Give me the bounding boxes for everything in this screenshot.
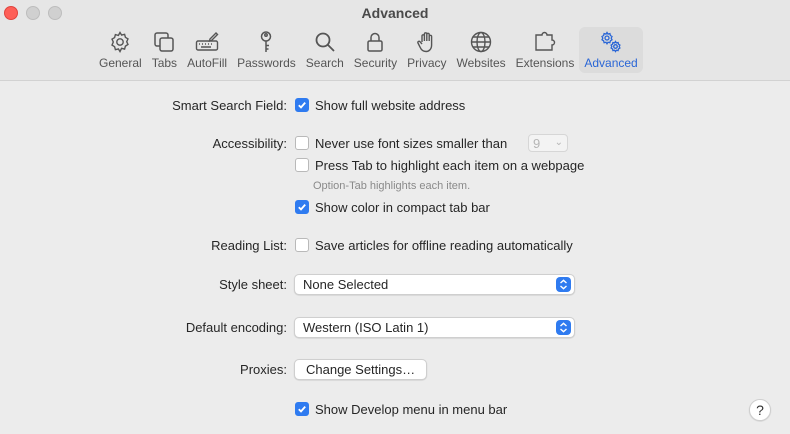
- tabs-icon: [154, 32, 175, 52]
- tab-advanced[interactable]: Advanced: [579, 27, 643, 73]
- accessibility-font-row: Accessibility: Never use font sizes smal…: [0, 133, 790, 153]
- key-icon: [261, 31, 272, 52]
- tab-label: Passwords: [237, 56, 296, 70]
- tab-search[interactable]: Search: [301, 27, 349, 73]
- develop-menu-row: Show Develop menu in menu bar: [0, 399, 790, 419]
- press-tab-hint-row: Option-Tab highlights each item.: [0, 176, 790, 196]
- encoding-label: Default encoding:: [185, 319, 287, 335]
- compact-tab-row: Show color in compact tab bar: [0, 197, 790, 217]
- globe-icon: [470, 31, 492, 53]
- press-tab-hint: Option-Tab highlights each item.: [313, 180, 471, 192]
- save-offline-label[interactable]: Save articles for offline reading automa…: [315, 238, 573, 253]
- compact-tab-color-label[interactable]: Show color in compact tab bar: [315, 200, 490, 215]
- min-font-size-label[interactable]: Never use font sizes smaller than: [315, 136, 507, 151]
- tab-autofill[interactable]: AutoFill: [182, 27, 232, 73]
- checkmark-icon: [298, 204, 306, 211]
- window-title: Advanced: [361, 5, 429, 21]
- tab-extensions[interactable]: Extensions: [511, 27, 580, 73]
- tab-label: Advanced: [584, 56, 638, 70]
- tab-websites[interactable]: Websites: [452, 27, 511, 73]
- gears-icon: [601, 31, 621, 53]
- reading-list-label: Reading List:: [211, 237, 287, 253]
- smart-search-label: Smart Search Field:: [172, 97, 287, 113]
- min-font-size-checkbox[interactable]: [295, 136, 309, 150]
- show-full-address-label[interactable]: Show full website address: [315, 98, 465, 113]
- keyboard-pen-icon: [195, 32, 219, 51]
- magnifier-icon: [315, 32, 335, 52]
- tab-label: Tabs: [151, 56, 178, 70]
- smart-search-row: Smart Search Field: Show full website ad…: [0, 95, 790, 115]
- press-tab-checkbox[interactable]: [295, 158, 309, 172]
- min-font-size-value: 9: [533, 135, 541, 151]
- proxies-row: Proxies: Change Settings…: [0, 358, 790, 380]
- tab-passwords[interactable]: Passwords: [232, 27, 301, 73]
- style-sheet-row: Style sheet: None Selected: [0, 273, 790, 295]
- style-sheet-label: Style sheet:: [219, 276, 287, 292]
- tab-label: General: [99, 56, 142, 70]
- checkmark-icon: [298, 406, 306, 413]
- tab-security[interactable]: Security: [349, 27, 402, 73]
- encoding-row: Default encoding: Western (ISO Latin 1): [0, 316, 790, 338]
- reading-list-row: Reading List: Save articles for offline …: [0, 235, 790, 255]
- tab-label: Websites: [456, 56, 506, 70]
- tab-label: Search: [305, 56, 344, 70]
- help-button[interactable]: ?: [749, 399, 771, 421]
- lock-icon: [367, 32, 384, 52]
- tab-label: Privacy: [407, 56, 447, 70]
- style-sheet-value: None Selected: [303, 276, 389, 292]
- up-down-chevron-icon: [556, 319, 571, 335]
- gear-icon: [111, 31, 130, 53]
- preferences-toolbar: General Tabs AutoFill Passwords Search S…: [94, 27, 643, 73]
- style-sheet-popup[interactable]: None Selected: [294, 273, 575, 295]
- chevron-down-icon: ⌄: [554, 137, 563, 148]
- tab-label: Extensions: [515, 56, 575, 70]
- show-develop-menu-label[interactable]: Show Develop menu in menu bar: [315, 402, 507, 417]
- hand-icon: [417, 32, 433, 53]
- checkmark-icon: [298, 102, 306, 109]
- min-font-size-select: 9 ⌄: [528, 134, 568, 152]
- tab-label: Security: [353, 56, 398, 70]
- encoding-value: Western (ISO Latin 1): [303, 319, 429, 335]
- press-tab-label[interactable]: Press Tab to highlight each item on a we…: [315, 158, 584, 173]
- save-offline-checkbox[interactable]: [295, 238, 309, 252]
- tab-general[interactable]: General: [94, 27, 147, 73]
- tab-privacy[interactable]: Privacy: [402, 27, 451, 73]
- proxies-label: Proxies:: [240, 361, 287, 377]
- accessibility-label: Accessibility:: [212, 135, 287, 151]
- encoding-popup[interactable]: Western (ISO Latin 1): [294, 316, 575, 338]
- puzzle-icon: [535, 31, 556, 51]
- compact-tab-color-checkbox[interactable]: [295, 200, 309, 214]
- press-tab-row: Press Tab to highlight each item on a we…: [0, 155, 790, 175]
- tab-tabs[interactable]: Tabs: [147, 27, 182, 73]
- window-titlebar: Advanced General Tabs AutoFill Passwords…: [0, 0, 790, 81]
- show-develop-menu-checkbox[interactable]: [295, 402, 309, 416]
- show-full-address-checkbox[interactable]: [295, 98, 309, 112]
- tab-label: AutoFill: [187, 56, 228, 70]
- change-settings-button[interactable]: Change Settings…: [294, 358, 428, 380]
- up-down-chevron-icon: [556, 276, 571, 292]
